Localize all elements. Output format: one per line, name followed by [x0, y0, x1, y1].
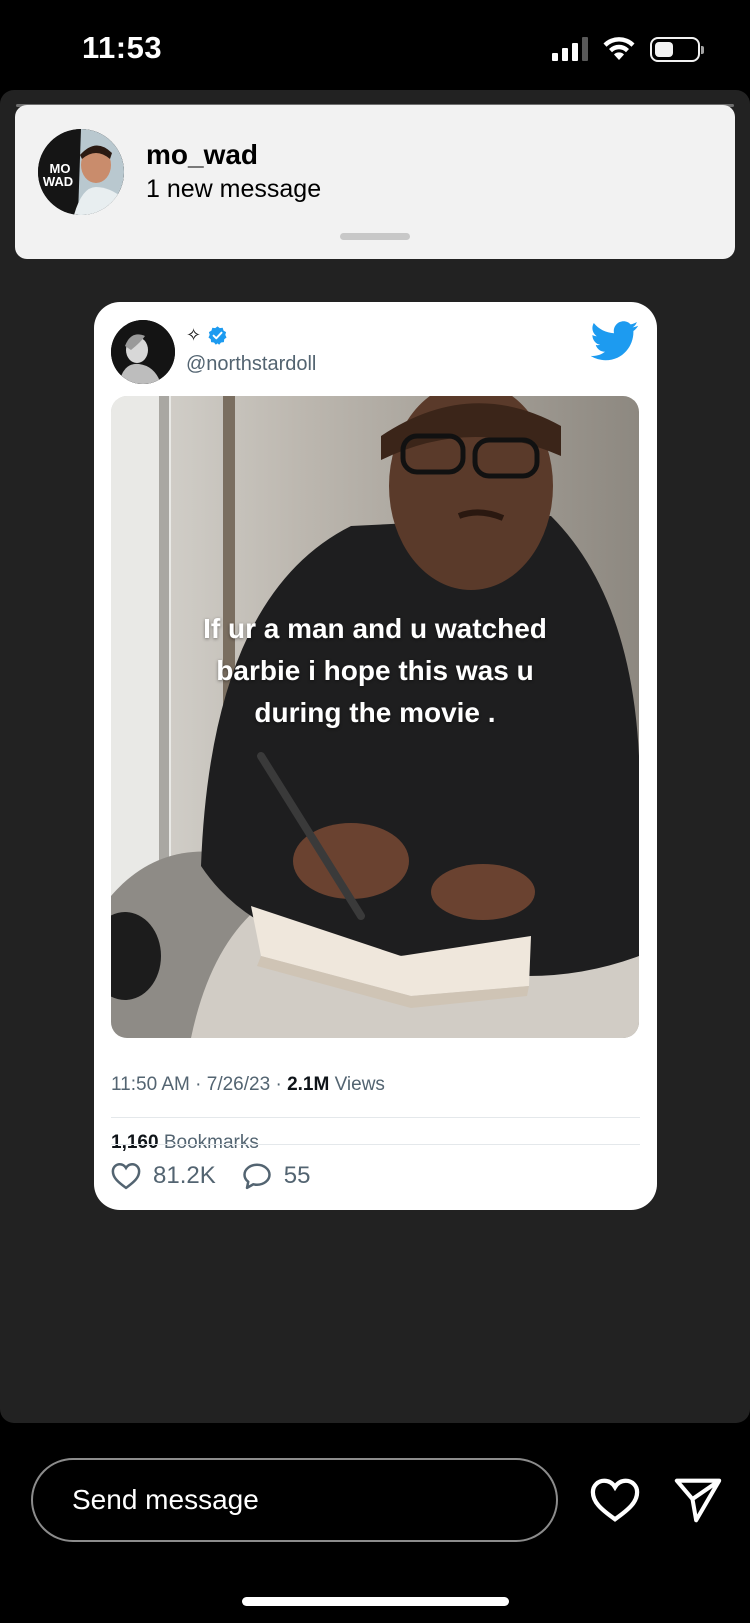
notification-avatar: MO WAD — [38, 129, 124, 215]
tweet-date: 7/26/23 — [206, 1074, 271, 1095]
tweet-meta: 11:50 AM · 7/26/23 · 2.1M Views — [111, 1074, 385, 1095]
likes-count: 81.2K — [153, 1162, 216, 1189]
reply-action[interactable]: 55 — [242, 1162, 311, 1190]
heart-icon[interactable] — [590, 1477, 640, 1523]
image-caption: If ur a man and u watched barbie i hope … — [151, 608, 599, 734]
views-label: Views — [334, 1074, 385, 1095]
tweet-time: 11:50 AM — [111, 1074, 190, 1095]
tweet-image[interactable]: If ur a man and u watched barbie i hope … — [111, 396, 639, 1038]
tweet-handle[interactable]: @northstardoll — [186, 353, 316, 376]
twitter-bird-icon — [591, 321, 639, 361]
like-action[interactable]: 81.2K — [111, 1162, 216, 1190]
send-icon[interactable] — [674, 1477, 722, 1523]
caption-line: barbie i hope this was u — [216, 655, 534, 686]
divider — [111, 1144, 640, 1145]
tweet-name-row: ✧ — [186, 325, 228, 346]
wifi-icon — [603, 37, 635, 60]
reply-icon — [242, 1163, 271, 1190]
avatar-logo-line2: WAD — [43, 174, 73, 189]
tweet-avatar — [111, 320, 175, 384]
notification-body: 1 new message — [146, 175, 322, 203]
home-indicator[interactable] — [242, 1597, 509, 1606]
status-time: 11:53 — [82, 30, 163, 65]
send-message-input[interactable]: Send message — [31, 1458, 558, 1542]
tweet-bookmarks: 1,160 Bookmarks — [111, 1132, 259, 1154]
status-icons — [552, 36, 704, 62]
bookmarks-label: Bookmarks — [163, 1132, 259, 1153]
caption-line: If ur a man and u watched — [203, 613, 547, 644]
notification-grabber[interactable] — [340, 233, 410, 240]
bookmarks-count: 1,160 — [111, 1132, 159, 1153]
battery-icon — [650, 36, 704, 62]
message-notification[interactable]: MO WAD mo_wad 1 new message — [15, 105, 735, 259]
notification-title: mo_wad — [146, 139, 259, 170]
caption-line: during the movie . — [254, 697, 496, 728]
tweet-actions: 81.2K 55 — [111, 1162, 336, 1190]
views-count: 2.1M — [287, 1074, 330, 1095]
heart-icon — [111, 1162, 141, 1190]
divider — [111, 1117, 640, 1118]
replies-count: 55 — [283, 1162, 311, 1189]
signal-icon — [552, 37, 588, 61]
tweet-card[interactable]: ✧ @northstardoll If ur a man and u watch… — [94, 302, 657, 1210]
verified-icon — [208, 326, 227, 345]
sparkle-icon: ✧ — [186, 325, 202, 345]
